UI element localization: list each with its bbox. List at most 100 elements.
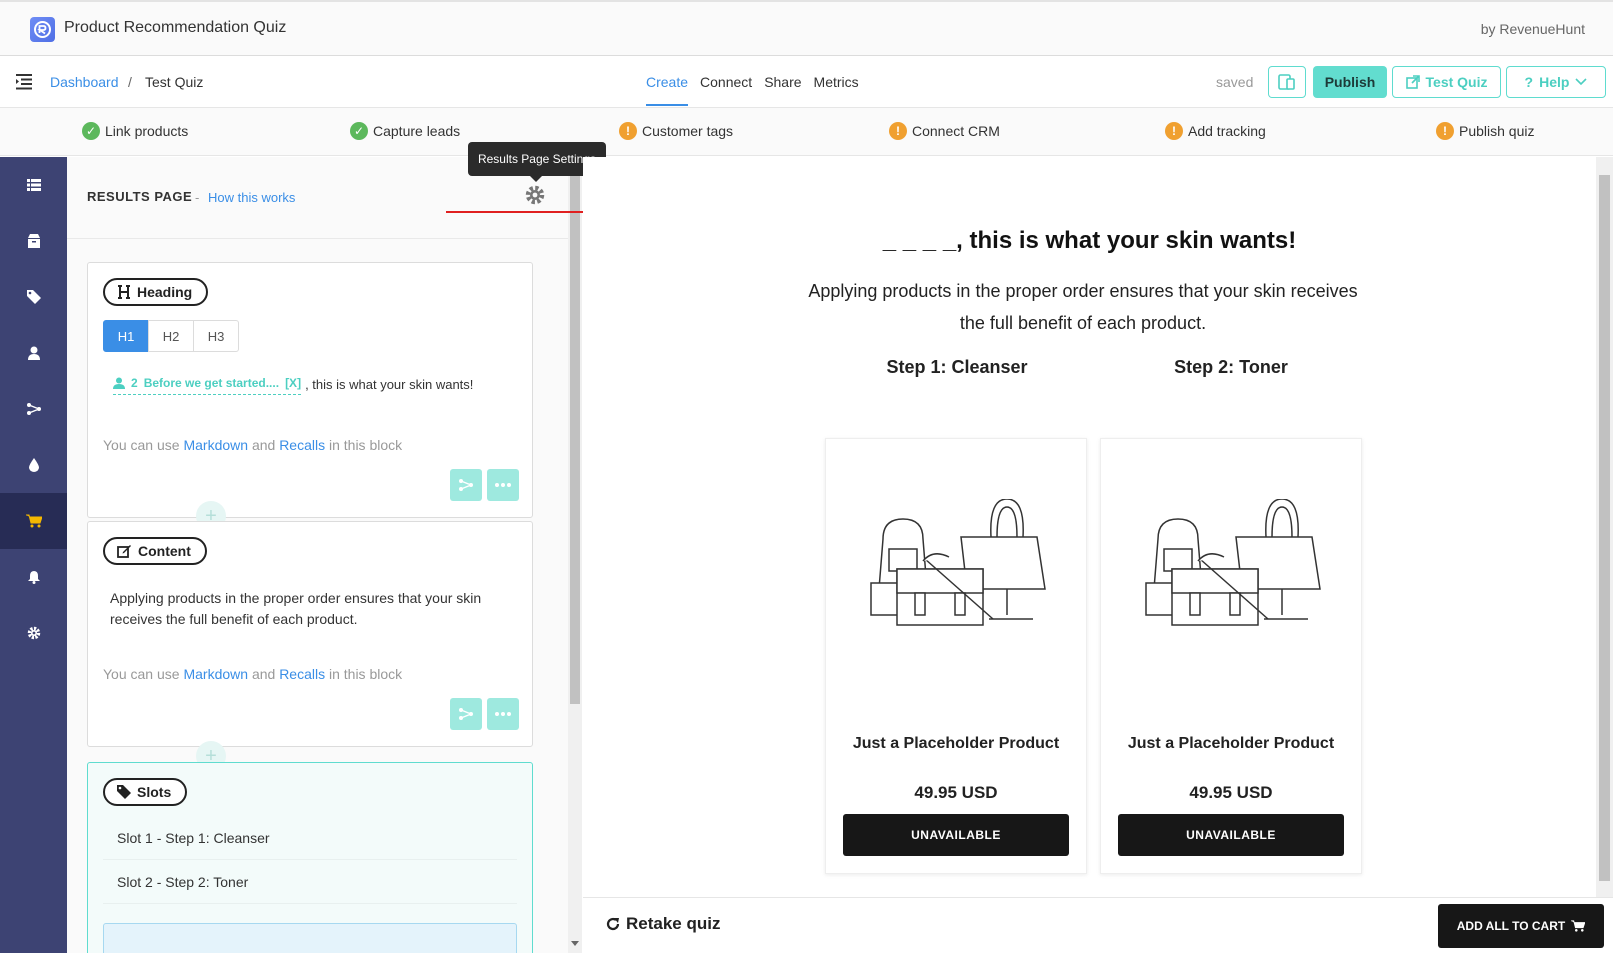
setup-checklist: ✓ Link products ✓ Capture leads ! Custom… [0,108,1613,156]
tab-metrics[interactable]: Metrics [814,56,859,106]
help-button[interactable]: ? Help [1506,66,1606,98]
cart-icon [25,514,42,528]
product-price: 49.95 USD [1189,783,1273,802]
checklist-connect-crm[interactable]: ! Connect CRM [889,122,1000,140]
checklist-label: Link products [105,123,189,139]
rail-settings[interactable] [0,605,67,661]
content-text-editor[interactable]: Applying products in the proper order en… [110,588,510,630]
recalls-link[interactable]: Recalls [279,437,325,453]
branch-icon [26,403,41,415]
checklist-link-products[interactable]: ✓ Link products [82,122,188,140]
slot-row[interactable]: Slot 1 - Step 1: Cleanser [103,818,517,860]
tab-create[interactable]: Create [646,56,689,106]
breadcrumb-dashboard[interactable]: Dashboard [50,74,119,90]
rail-questions[interactable] [0,157,67,213]
app-vendor: by RevenueHunt [1480,21,1585,37]
more-icon [495,712,511,716]
rail-tags[interactable] [0,269,67,325]
block-more-button[interactable] [487,698,519,730]
add-all-to-cart-button[interactable]: ADD ALL TO CART [1438,904,1604,948]
preview-heading: _ _ _ _, this is what your skin wants! [882,227,1297,254]
markdown-link[interactable]: Markdown [183,437,248,453]
checklist-label: Customer tags [642,123,734,139]
checklist-label: Connect CRM [912,123,1000,139]
list-icon [26,179,41,191]
warning-circle-icon: ! [1165,122,1183,140]
checklist-capture-leads[interactable]: ✓ Capture leads [350,122,460,140]
product-card: Just a Placeholder Product 49.95 USD UNA… [1100,438,1362,874]
block-hint: You can use Markdown and Recalls in this… [103,437,402,453]
checklist-label: Capture leads [373,123,461,139]
publish-button[interactable]: Publish [1313,66,1387,98]
recall-tag[interactable]: 2 Before we get started.... [X] [113,376,302,395]
editor-title: RESULTS PAGE [87,189,193,204]
check-circle-icon: ✓ [82,122,100,140]
test-quiz-button[interactable]: Test Quiz [1392,66,1501,98]
add-slot-field[interactable] [103,923,517,953]
rail-notifications[interactable] [0,549,67,605]
markdown-link[interactable]: Markdown [183,666,248,682]
rail-leads[interactable] [0,325,67,381]
hint-suffix: in this block [328,666,403,682]
rail-design[interactable] [0,437,67,493]
tag-icon [117,785,131,799]
retake-quiz-button[interactable]: Retake quiz [605,914,720,934]
rail-products[interactable] [0,213,67,269]
recalls-link[interactable]: Recalls [279,666,325,682]
results-editor-panel: RESULTS PAGE - How this works Heading H1… [67,157,569,953]
checklist-label: Add tracking [1188,123,1266,139]
heading-text-editor[interactable]: 2 Before we get started.... [X] , this i… [113,376,473,395]
unavailable-button[interactable]: UNAVAILABLE [843,814,1069,856]
rail-logic[interactable] [0,381,67,437]
product-name: Just a Placeholder Product [852,735,1060,752]
refresh-icon [606,917,620,931]
checklist-add-tracking[interactable]: ! Add tracking [1165,122,1266,140]
warning-circle-icon: ! [1436,122,1454,140]
tag-icon [26,290,41,304]
breadcrumb-current: Test Quiz [145,74,204,90]
heading-level-h2[interactable]: H2 [148,320,194,352]
how-this-works-link[interactable]: How this works [208,190,295,205]
checklist-customer-tags[interactable]: ! Customer tags [619,122,733,140]
section-rail [0,157,67,953]
user-icon [113,377,125,389]
heading-level-group: H1 H2 H3 [103,320,239,352]
menu-toggle-icon[interactable] [16,71,34,91]
recall-remove-button[interactable]: [X] [285,376,301,390]
device-preview-button[interactable] [1268,66,1306,98]
question-icon: ? [1524,74,1534,90]
bell-icon [27,571,40,584]
heading-level-h1[interactable]: H1 [103,320,149,352]
checklist-publish-quiz[interactable]: ! Publish quiz [1436,122,1535,140]
heading-text-suffix: , this is what your skin wants! [305,377,474,392]
editor-scroll-thumb[interactable] [570,176,580,704]
block-logic-button[interactable] [450,469,482,501]
block-more-button[interactable] [487,469,519,501]
content-block[interactable]: Content Applying products in the proper … [87,521,533,747]
branch-icon [459,479,473,491]
unavailable-button[interactable]: UNAVAILABLE [1118,814,1344,856]
slots-block[interactable]: Slots Slot 1 - Step 1: Cleanser Slot 2 -… [87,762,533,953]
heading-block[interactable]: Heading H1 H2 H3 2 Before we get started… [87,262,533,518]
preview-scroll-thumb[interactable] [1599,175,1610,881]
scroll-down-arrow-icon[interactable] [571,941,579,946]
product-image [1145,499,1321,626]
tab-share[interactable]: Share [764,56,801,106]
branch-icon [459,708,473,720]
app-header: Product Recommendation Quiz by RevenueHu… [0,0,1613,56]
devices-icon [1278,74,1295,90]
user-icon [27,346,40,360]
results-settings-gear-icon[interactable] [524,184,546,206]
hint-suffix: in this block [328,437,403,453]
preview-scrollbar[interactable] [1596,157,1613,897]
slot-row[interactable]: Slot 2 - Step 2: Toner [103,862,517,904]
box-icon [27,234,40,248]
tab-connect[interactable]: Connect [700,56,752,106]
heading-block-pill: Heading [103,278,209,306]
more-icon [495,483,511,487]
editor-scrollbar[interactable] [568,176,582,953]
block-logic-button[interactable] [450,698,482,730]
heading-level-h3[interactable]: H3 [193,320,239,352]
external-link-icon [1405,75,1420,89]
rail-results[interactable] [0,493,67,549]
